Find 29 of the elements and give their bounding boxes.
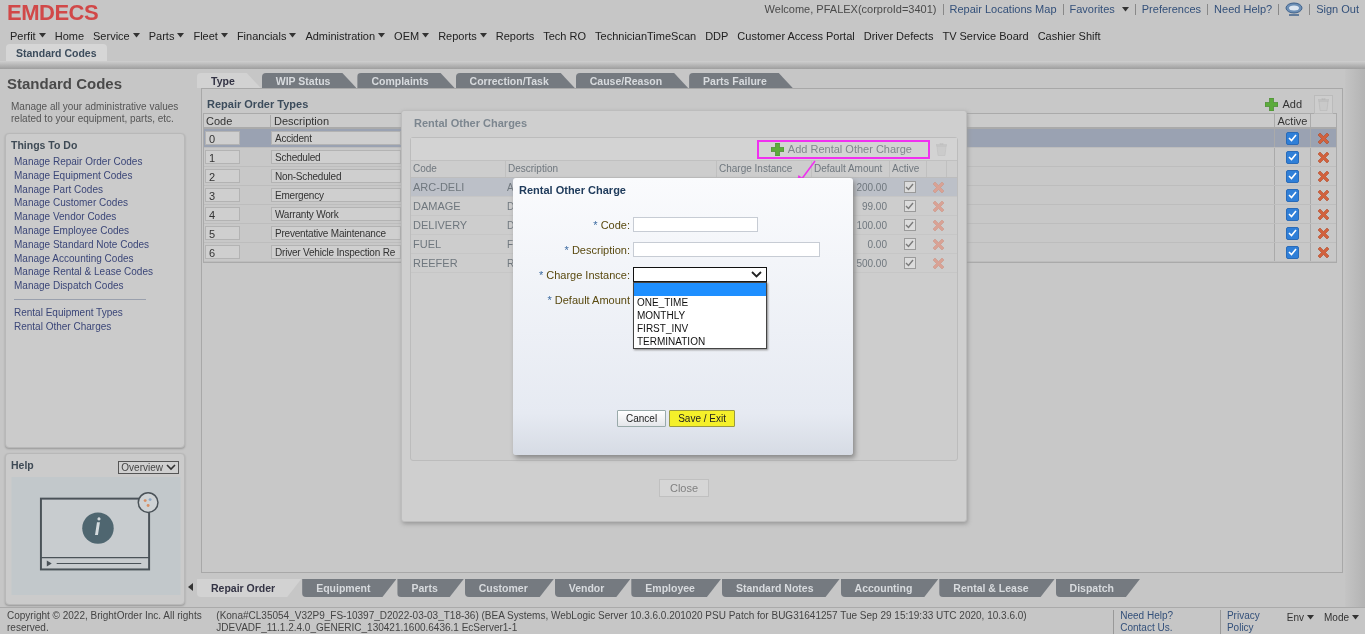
field-label: * Charge Instance: [537,268,630,281]
column-header: Description [506,161,717,177]
dialog-title: Rental Other Charge [518,183,627,196]
build-info-text: (Kona#CL35054_V32P9_FS-10397_D2022-03-03_T18-36) (BEA Systems, WebLogic Server 10.3.6.0.201020 PSU Patch for BUG31641257 Tue Sep 29 15:19:33 UTC 2020, 10.3.6.0) [216,610,1028,622]
table-cell-text: 200.00 [855,181,888,193]
table-cell-text: DAMAGE [412,200,462,212]
welcome-text: Welcome, PFALEX(corproId=3401) [764,3,937,15]
table-cell-text: 99.00 [860,200,888,212]
panel-title: Things To Do [11,139,79,151]
window-title: Rental Other Charges [413,116,529,131]
column-header: Description [273,114,330,127]
copyright-text: Copyright © 2022, BrightOrder Inc. All rights reserved. [7,610,203,634]
sidebar-title: Standard Codes [6,75,124,92]
table-cell-text: 100.00 [855,219,888,231]
field-label: * Code: [592,218,630,231]
table-title: Repair Order Types [206,98,310,110]
field-label: * Description: [563,243,630,256]
column-header: Code [204,114,271,127]
column-header: Code [411,161,506,177]
sidebar-description: Manage all your administrative values related to your equipment, parts, etc. [10,100,180,126]
build-info-text: JDEVADF_11.1.2.4.0_GENERIC_130421.1600.6436.1 EcServer1-1 [216,622,519,634]
logo: EMDECS [7,0,99,26]
column-header: Active [1274,114,1310,127]
column-header: Active [890,161,927,177]
field-label: * Default Amount [546,293,630,306]
table-cell-text: DELIVERY [412,219,469,231]
table-cell: A [506,181,514,193]
table-cell-text: ARC-DELI [412,181,466,193]
panel-title: Help [11,459,34,471]
